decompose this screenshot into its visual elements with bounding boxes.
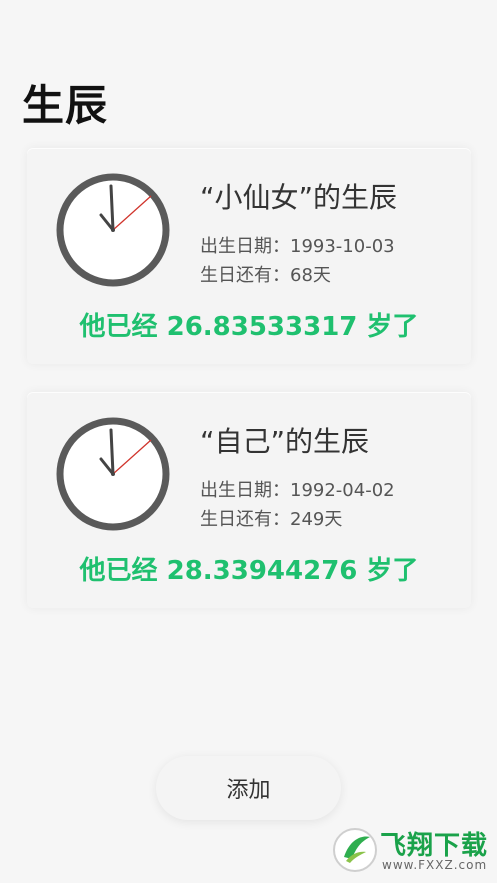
- days-until-birthday: 生日还有：249天: [200, 509, 343, 530]
- birthday-card[interactable]: “自己”的生辰 出生日期：1992-04-02 生日还有：249天 他已经 28…: [27, 392, 471, 608]
- add-button[interactable]: 添加: [156, 756, 341, 820]
- clock-icon: [56, 173, 170, 287]
- birth-date: 出生日期：1993-10-03: [200, 236, 395, 257]
- watermark-url: www.FXXZ.com: [382, 858, 488, 872]
- birth-date: 出生日期：1992-04-02: [200, 480, 395, 501]
- watermark-text: 飞翔下载: [380, 831, 489, 861]
- card-title: “自己”的生辰: [200, 425, 370, 458]
- birthday-card[interactable]: “小仙女”的生辰 出生日期：1993-10-03 生日还有：68天 他已经 26…: [27, 148, 471, 364]
- logo-icon: [333, 828, 377, 872]
- clock-icon: [56, 417, 170, 531]
- watermark-logo: 飞翔下载 www.FXXZ.com: [330, 823, 490, 879]
- age-text: 他已经 26.83533317 岁了: [79, 312, 419, 342]
- age-text: 他已经 28.33944276 岁了: [79, 556, 419, 586]
- page-title: 生辰: [22, 81, 109, 130]
- days-until-birthday: 生日还有：68天: [200, 265, 331, 286]
- card-title: “小仙女”的生辰: [200, 181, 398, 214]
